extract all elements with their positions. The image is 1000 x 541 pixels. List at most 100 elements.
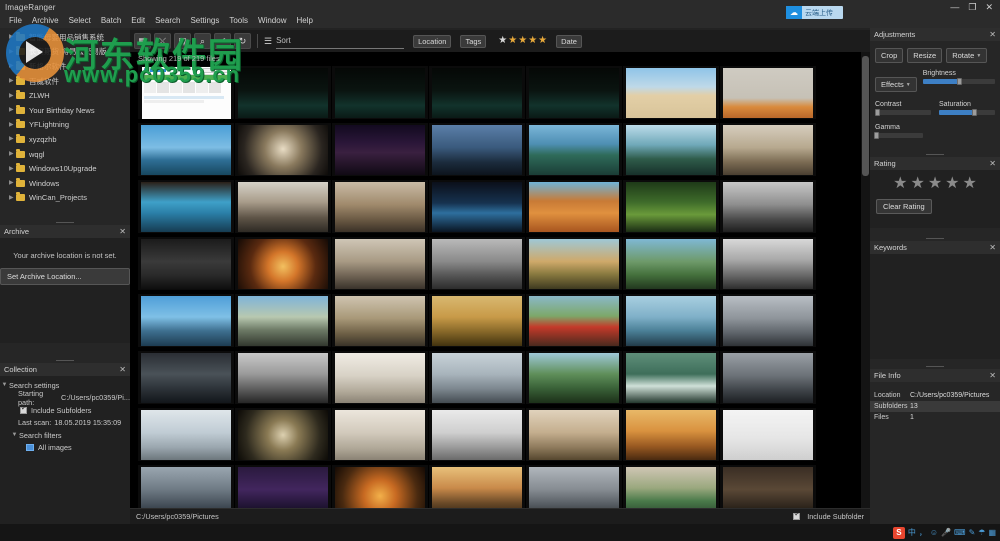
include-subfolders-row[interactable]: Include Subfolders	[0, 404, 130, 417]
rating-star-3[interactable]: ★	[928, 176, 942, 192]
thumb-dreamcatcher[interactable]	[526, 408, 622, 461]
thumb-snow-field[interactable]	[429, 351, 525, 404]
ime-umbrella-icon[interactable]: ☂	[978, 528, 985, 537]
menu-item-select[interactable]: Select	[64, 14, 96, 28]
chevron-right-icon[interactable]: ▶	[9, 166, 16, 172]
chevron-right-icon[interactable]: ▶	[9, 63, 16, 69]
thumb-monument-night2[interactable]	[332, 66, 428, 119]
menu-item-edit[interactable]: Edit	[126, 14, 150, 28]
thumb-laptop-desk[interactable]	[332, 294, 428, 347]
collection-panel-close-icon[interactable]: ✕	[119, 365, 126, 374]
thumb-white-snow[interactable]	[720, 408, 816, 461]
thumb-blue-mountain[interactable]	[138, 294, 234, 347]
rating-star-5[interactable]: ★	[963, 176, 977, 192]
folder-tree-item[interactable]: ▶ 智能母婴用品销售系统	[0, 30, 130, 45]
rating-star-1[interactable]: ★	[893, 176, 907, 192]
fileinfo-panel-close-icon[interactable]: ✕	[989, 371, 996, 380]
thumb-cove-water[interactable]	[138, 180, 234, 233]
rating-star-2[interactable]: ★	[910, 176, 924, 192]
thumb-sea-blue[interactable]	[138, 123, 234, 176]
gallery-scrollbar[interactable]	[861, 52, 870, 508]
rotate-button[interactable]: Rotate ▼	[946, 48, 988, 63]
thumb-webpage-green[interactable]	[138, 66, 234, 119]
thumb-lake-forest[interactable]	[623, 123, 719, 176]
rating-filter-star-4[interactable]: ★	[528, 36, 537, 46]
crop-button[interactable]: Crop	[875, 48, 904, 63]
thumb-road-straight[interactable]	[235, 294, 331, 347]
thumb-cliff-green[interactable]	[526, 351, 622, 404]
location-filter-button[interactable]: Location	[413, 34, 452, 48]
minimize-icon[interactable]: —	[950, 2, 959, 12]
clear-rating-button[interactable]: Clear Rating	[876, 199, 932, 214]
thumb-hands-heart[interactable]	[332, 465, 428, 508]
thumb-desert-dune[interactable]	[526, 180, 622, 233]
folder-tree[interactable]: ▶ 智能母婴用品销售系统 ▶ 长安期货·博易云交易版 ▶ 新格尔软件 ▶ 百威软件 ▶ ZLWH ▶…	[0, 30, 130, 222]
adjustments-panel-close-icon[interactable]: ✕	[989, 30, 996, 39]
thumb-campfire[interactable]	[235, 237, 331, 290]
effects-button[interactable]: Effects ▼	[875, 77, 917, 92]
search-filters-node[interactable]: ▼ Search filters	[0, 429, 130, 442]
refresh-button[interactable]: ↻	[234, 33, 251, 49]
thumb-desk-white[interactable]	[332, 351, 428, 404]
chevron-right-icon[interactable]: ▶	[9, 49, 16, 55]
gallery-scrollbar-thumb[interactable]	[862, 56, 869, 176]
folder-tree-item[interactable]: ▶ wqgl	[0, 147, 130, 162]
tags-filter-button[interactable]: Tags	[460, 34, 487, 48]
folder-tree-item[interactable]: ▶ Windows	[0, 176, 130, 191]
thumb-workspace[interactable]	[332, 237, 428, 290]
thumb-forest-green[interactable]	[623, 180, 719, 233]
thumb-monument-night3[interactable]	[429, 66, 525, 119]
ime-keyboard-icon[interactable]: ⌨	[954, 528, 966, 537]
menu-item-archive[interactable]: Archive	[27, 14, 64, 28]
saturation-slider[interactable]	[939, 109, 995, 116]
cloud-upload-button[interactable]: ☁ 云端上传	[786, 6, 843, 19]
search-zoom-button[interactable]: ⌕	[194, 33, 211, 49]
ime-emoji-icon[interactable]: ☺	[930, 528, 938, 537]
menu-item-batch[interactable]: Batch	[96, 14, 126, 28]
thumb-pylon-dusk[interactable]	[429, 465, 525, 508]
chevron-right-icon[interactable]: ▶	[9, 107, 16, 113]
chevron-right-icon[interactable]: ▶	[9, 195, 16, 201]
preview-zoom-button[interactable]: ▣	[174, 33, 191, 49]
thumb-dark-wood[interactable]	[720, 465, 816, 508]
gamma-slider[interactable]	[874, 132, 923, 139]
menu-item-help[interactable]: Help	[291, 14, 317, 28]
ime-tool-icon[interactable]: ✎	[969, 528, 976, 537]
thumb-tunnel[interactable]	[235, 123, 331, 176]
thumb-branches[interactable]	[429, 408, 525, 461]
thumb-city-skyline[interactable]	[429, 123, 525, 176]
thumb-beach-sand[interactable]	[623, 66, 719, 119]
status-include-subfolders[interactable]: Include Subfolder	[793, 511, 864, 521]
sort-input[interactable]: Sort	[276, 34, 405, 49]
menu-item-settings[interactable]: Settings	[185, 14, 224, 28]
thumb-monument-night[interactable]	[235, 66, 331, 119]
chevron-right-icon[interactable]: ▶	[9, 122, 16, 128]
ime-chinese-icon[interactable]: 中	[908, 528, 916, 537]
menu-item-tools[interactable]: Tools	[224, 14, 253, 28]
folder-tree-item[interactable]: ▶ ZLWH	[0, 88, 130, 103]
chevron-right-icon[interactable]: ▶	[9, 34, 16, 40]
rating-filter-star-5[interactable]: ★	[538, 36, 547, 46]
thumb-milkyway[interactable]	[332, 123, 428, 176]
date-filter-button[interactable]: Date	[556, 34, 582, 48]
thumb-person-dark[interactable]	[138, 237, 234, 290]
menu-item-search[interactable]: Search	[150, 14, 185, 28]
thumb-red-umbrella[interactable]	[526, 294, 622, 347]
chevron-right-icon[interactable]: ▶	[9, 78, 16, 84]
thumb-golden-field[interactable]	[429, 294, 525, 347]
menu-item-window[interactable]: Window	[253, 14, 291, 28]
sogou-ime-icon[interactable]: S	[892, 526, 905, 539]
ime-apps-icon[interactable]: ▦	[988, 528, 996, 537]
thumb-bw-mountain[interactable]	[429, 237, 525, 290]
status-include-subfolders-checkbox[interactable]	[793, 511, 801, 520]
thumb-grey-street[interactable]	[526, 465, 622, 508]
folder-tree-item[interactable]: ▶ 长安期货·博易云交易版	[0, 45, 130, 60]
rating-filter-star-1[interactable]: ★	[498, 36, 507, 46]
thumb-green-door[interactable]	[623, 465, 719, 508]
keywords-panel-close-icon[interactable]: ✕	[989, 243, 996, 252]
set-archive-location-button[interactable]: Set Archive Location...	[0, 268, 130, 285]
chevron-right-icon[interactable]: ▶	[9, 136, 16, 142]
thumb-bw-portrait[interactable]	[720, 180, 816, 233]
rating-filter-star-3[interactable]: ★	[518, 36, 527, 46]
select-all-button[interactable]: ✔	[214, 33, 231, 49]
